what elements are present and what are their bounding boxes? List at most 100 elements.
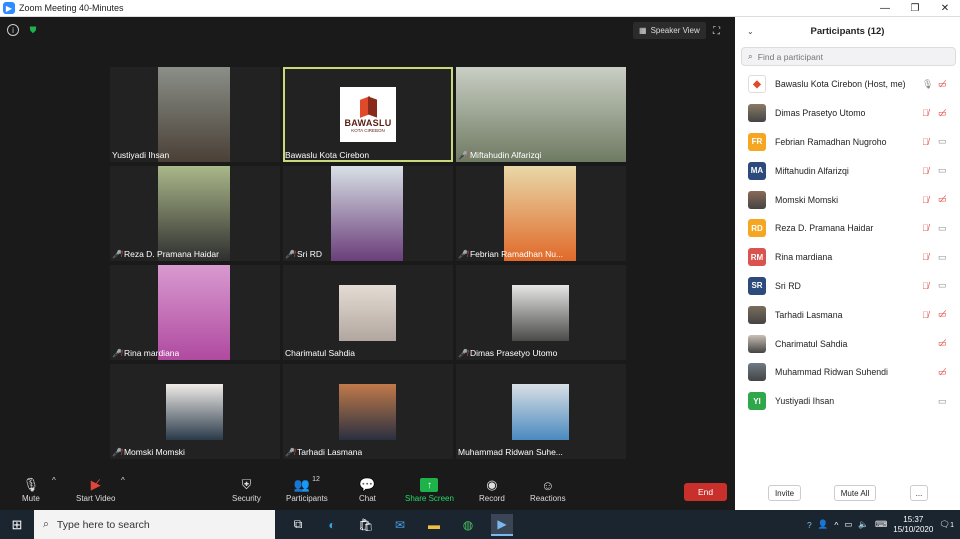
avatar [748,190,766,209]
participant-row[interactable]: RM Rina mardiana 🎙̸ ▭ [735,243,960,272]
smiley-icon: ☺ [541,477,555,493]
video-tile[interactable]: Charimatul Sahdia [283,265,453,360]
mic-muted-icon[interactable]: 🎙̸ [922,252,929,262]
video-tile[interactable]: Yustiyadi Ihsan [110,67,280,162]
video-tile[interactable]: 🎤̸ Reza D. Pramana Haidar [110,166,280,261]
start-video-button[interactable]: ▶̸ Start Video [76,476,115,503]
people-icon[interactable]: 👤 [818,519,829,530]
mute-button[interactable]: 🎙 Mute [22,476,40,503]
mic-muted-icon[interactable]: 🎙̸ [922,108,929,118]
windows-start-icon[interactable]: ⊞ [0,510,34,539]
mic-muted-icon[interactable]: 🎙̸ [922,137,929,147]
restore-icon[interactable]: ❐ [900,0,930,17]
video-off-icon[interactable]: ▭̸ [938,79,947,90]
edge-icon[interactable]: ◐ [321,514,343,536]
microphone-icon[interactable]: 🎙 [922,79,933,90]
minimize-icon[interactable]: — [870,0,900,17]
mic-muted-icon[interactable]: 🎙̸ [922,195,929,205]
info-icon[interactable]: i [7,24,19,36]
video-tile-active[interactable]: BAWASLU KOTA CIREBON Bawaslu Kota Cirebo… [283,67,453,162]
avatar: ◆ [748,75,766,94]
participant-row[interactable]: MA Miftahudin Alfarizqi 🎙̸ ▭ [735,156,960,185]
mic-muted-icon[interactable]: 🎙̸ [922,281,929,291]
shield-icon[interactable]: ⛊ [27,24,39,36]
chevron-up-icon[interactable]: ^ [834,520,838,530]
search-input[interactable] [757,51,938,62]
participant-row[interactable]: RD Reza D. Pramana Haidar 🎙̸ ▭ [735,214,960,243]
store-icon[interactable]: 🛍 [355,514,377,536]
help-icon[interactable]: ? [807,520,812,530]
video-off-icon[interactable]: ▭̸ [938,108,947,119]
volume-icon[interactable]: 🔈 [858,519,869,530]
task-view-icon[interactable]: ⧉ [287,514,309,536]
video-tile[interactable]: 🎤̸ Febrian Ramadhan Nu... [456,166,626,261]
clock[interactable]: 15:37 15/10/2020 [893,515,933,535]
video-icon[interactable]: ▭ [938,223,947,234]
video-options-caret[interactable]: ^ [121,476,125,485]
window-controls: — ❐ ✕ [870,0,960,17]
video-tile[interactable]: 🎤̸ Dimas Prasetyo Utomo [456,265,626,360]
participant-name: Tarhadi Lasmana [775,309,843,320]
participant-row[interactable]: Charimatul Sahdia ▭̸ [735,329,960,358]
mic-muted-icon: 🎤̸ [458,150,468,160]
participant-row[interactable]: YI Yustiyadi Ihsan ▭ [735,387,960,416]
security-button[interactable]: ⛨ Security [232,476,261,503]
participant-row[interactable]: ◆ Bawaslu Kota Cirebon (Host, me) 🎙 ▭̸ [735,70,960,99]
participant-name: Dimas Prasetyo Utomo [469,348,558,358]
participant-name: Rina mardiana [123,348,180,358]
more-button[interactable]: ... [910,485,928,501]
mic-muted-icon[interactable]: 🎙̸ [922,310,929,320]
video-off-icon[interactable]: ▭̸ [938,194,947,205]
speaker-view-button[interactable]: ▦ Speaker View [633,22,706,39]
mail-icon[interactable]: ✉ [389,514,411,536]
zoom-taskbar-icon[interactable]: ▶ [491,513,513,536]
file-explorer-icon[interactable]: ▬ [423,514,445,536]
participant-row[interactable]: SR Sri RD 🎙̸ ▭ [735,272,960,301]
search-icon: ⌕ [748,51,753,61]
participants-panel: ⌄ Participants (12) ⌕ ◆ Bawaslu Kota Cire… [735,17,960,510]
taskbar-search[interactable]: ⌕ Type here to search [34,510,275,539]
mic-muted-icon[interactable]: 🎙̸ [922,223,929,233]
reactions-button[interactable]: ☺ Reactions [530,476,566,504]
chevron-down-icon[interactable]: ⌄ [747,27,754,36]
browser-icon[interactable]: ◍ [457,514,479,536]
video-icon[interactable]: ▭ [938,280,947,291]
video-off-icon[interactable]: ▭̸ [938,367,947,378]
video-tile[interactable]: 🎤̸ Sri RD [283,166,453,261]
video-icon[interactable]: ▭ [938,136,947,147]
participant-name: Tarhadi Lasmana [296,447,363,457]
end-meeting-button[interactable]: End [684,483,727,501]
notification-icon[interactable]: 🗨1 [939,519,954,530]
video-off-icon[interactable]: ▭̸ [938,309,947,320]
video-icon[interactable]: ▭ [938,165,947,176]
participant-name: Febrian Ramadhan Nugroho [775,136,887,147]
invite-button[interactable]: Invite [768,485,801,501]
chat-button[interactable]: 💬 Chat [359,476,376,503]
participant-row[interactable]: Muhammad Ridwan Suhendi ▭̸ [735,358,960,387]
video-tile[interactable]: 🎤̸ Rina mardiana [110,265,280,360]
participant-search[interactable]: ⌕ [741,47,956,66]
share-screen-button[interactable]: ↑ Share Screen [405,476,454,503]
video-tile[interactable]: Muhammad Ridwan Suhe... [456,364,626,459]
record-button[interactable]: ◉ Record [479,476,505,503]
mic-muted-icon[interactable]: 🎙̸ [922,166,929,176]
close-icon[interactable]: ✕ [930,0,960,17]
video-tile[interactable]: 🎤̸ Miftahudin Alfarizqi [456,67,626,162]
video-icon[interactable]: ▭ [938,396,947,407]
video-tile[interactable]: 🎤̸ Momski Momski [110,364,280,459]
microphone-icon: 🎙 [22,477,40,492]
participant-row[interactable]: FR Febrian Ramadhan Nugroho 🎙̸ ▭ [735,128,960,157]
video-off-icon[interactable]: ▭̸ [938,338,947,349]
video-icon[interactable]: ▭ [938,252,947,263]
participants-button[interactable]: 👥 12 Participants [286,476,328,503]
mute-all-button[interactable]: Mute All [834,485,876,501]
participant-row[interactable]: Tarhadi Lasmana 🎙̸ ▭̸ [735,300,960,329]
participant-row[interactable]: Dimas Prasetyo Utomo 🎙̸ ▭̸ [735,99,960,128]
network-icon[interactable]: ▭ [844,519,852,530]
fullscreen-icon[interactable]: ⛶ [713,26,720,37]
keyboard-icon[interactable]: ⌨ [875,519,887,530]
participant-row[interactable]: Momski Momski 🎙̸ ▭̸ [735,185,960,214]
participant-name: Febrian Ramadhan Nu... [469,249,564,259]
video-tile[interactable]: 🎤̸ Tarhadi Lasmana [283,364,453,459]
mute-options-caret[interactable]: ^ [52,476,56,485]
